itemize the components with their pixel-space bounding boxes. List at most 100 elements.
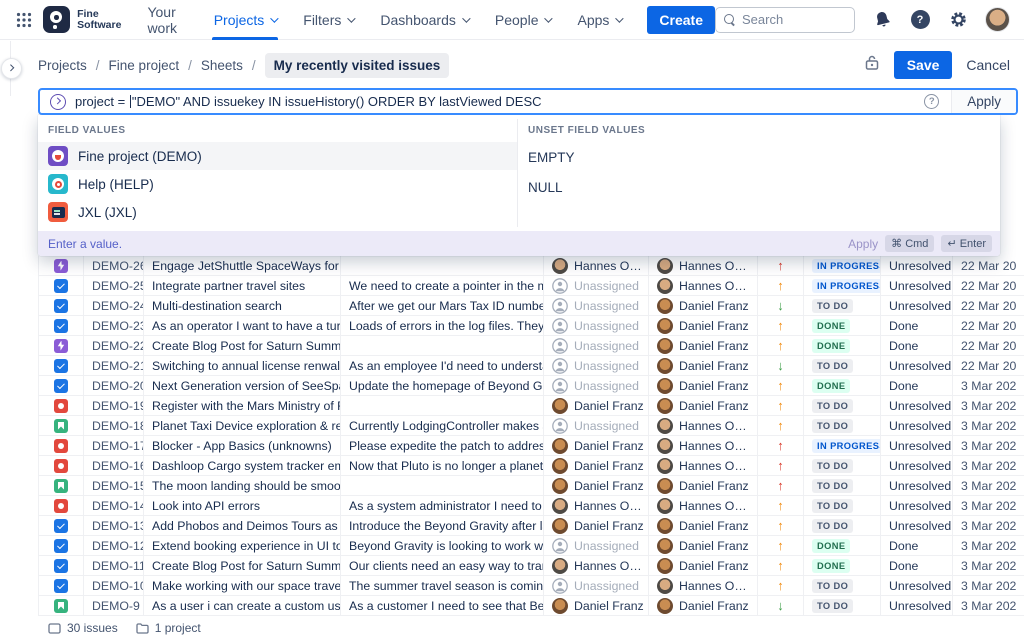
reporter-cell[interactable]: Daniel Franz [649,556,758,575]
issue-row[interactable]: DEMO-9 As a user i can create a custom u… [38,596,1024,616]
issue-row[interactable]: DEMO-19 Register with the Mars Ministry … [38,396,1024,416]
date-cell[interactable]: 3 Mar 202 [953,476,1024,495]
description-cell[interactable] [341,336,544,355]
issue-key-cell[interactable]: DEMO-17 [84,436,144,455]
issue-row[interactable]: DEMO-17 Blocker - App Basics (unknowns) … [38,436,1024,456]
reporter-cell[interactable]: Hannes Obweger [649,436,758,455]
issue-row[interactable]: DEMO-25 Integrate partner travel sites W… [38,276,1024,296]
summary-cell[interactable]: Integrate partner travel sites [144,276,341,295]
date-cell[interactable]: 3 Mar 202 [953,376,1024,395]
assignee-cell[interactable]: Unassigned [544,336,649,355]
reporter-cell[interactable]: Hannes Obweger [649,256,758,275]
description-cell[interactable]: Loads of errors in the log files. They s… [341,316,544,335]
assignee-cell[interactable]: Daniel Franz [544,516,649,535]
status-cell[interactable]: IN PROGRESS [804,256,881,275]
date-cell[interactable]: 22 Mar 20 [953,276,1024,295]
issue-row[interactable]: DEMO-14 Look into API errors As a system… [38,496,1024,516]
reporter-cell[interactable]: Hannes Obweger [649,456,758,475]
summary-cell[interactable]: The moon landing should be smoother to .… [144,476,341,495]
priority-cell[interactable]: ↑ [758,256,804,275]
help-icon[interactable]: ? [909,9,931,31]
issue-key-cell[interactable]: DEMO-11 [84,556,144,575]
status-cell[interactable]: IN PROGRESS [804,436,881,455]
priority-cell[interactable]: ↓ [758,356,804,375]
priority-cell[interactable]: ↑ [758,516,804,535]
issue-key-cell[interactable]: DEMO-21 [84,356,144,375]
suggestion-fine-project[interactable]: Fine project (DEMO) [38,142,517,170]
summary-cell[interactable]: Planet Taxi Device exploration & researc… [144,416,341,435]
priority-cell[interactable]: ↑ [758,436,804,455]
issue-key-cell[interactable]: DEMO-18 [84,416,144,435]
status-cell[interactable]: DONE [804,556,881,575]
reporter-cell[interactable]: Daniel Franz [649,296,758,315]
apply-button[interactable]: Apply [951,90,1016,113]
status-cell[interactable]: IN PROGRESS [804,276,881,295]
summary-cell[interactable]: As a user i can create a custom user acc… [144,596,341,615]
summary-cell[interactable]: Register with the Mars Ministry of Reven… [144,396,341,415]
priority-cell[interactable]: ↑ [758,376,804,395]
date-cell[interactable]: 3 Mar 202 [953,436,1024,455]
reporter-cell[interactable]: Daniel Franz [649,316,758,335]
summary-cell[interactable]: Look into API errors [144,496,341,515]
status-cell[interactable]: TO DO [804,496,881,515]
reporter-cell[interactable]: Hannes Obweger [649,496,758,515]
menu-your-work[interactable]: Your work [147,0,186,40]
assignee-cell[interactable]: Unassigned [544,296,649,315]
assignee-cell[interactable]: Daniel Franz [544,436,649,455]
breadcrumb-projects[interactable]: Projects [38,58,87,73]
menu-projects[interactable]: Projects [214,0,277,40]
resolution-cell[interactable]: Unresolved [881,496,953,515]
priority-cell[interactable]: ↑ [758,536,804,555]
hint-apply-button[interactable]: Apply [848,237,878,251]
status-cell[interactable]: DONE [804,376,881,395]
issue-key-cell[interactable]: DEMO-20 [84,376,144,395]
reporter-cell[interactable]: Daniel Franz [649,596,758,615]
priority-cell[interactable]: ↑ [758,316,804,335]
issue-key-cell[interactable]: DEMO-10 [84,576,144,595]
description-cell[interactable]: We need to create a pointer in the main.… [341,276,544,295]
menu-filters[interactable]: Filters [303,0,353,40]
status-cell[interactable]: TO DO [804,516,881,535]
create-button[interactable]: Create [647,6,715,34]
description-cell[interactable]: As an employee I'd need to understand th… [341,356,544,375]
issue-key-cell[interactable]: DEMO-25 [84,276,144,295]
resolution-cell[interactable]: Unresolved [881,476,953,495]
reporter-cell[interactable]: Hannes Obweger [649,416,758,435]
summary-cell[interactable]: Switching to annual license renwal for X… [144,356,341,375]
summary-cell[interactable]: Extend booking experience in UI to inclu… [144,536,341,555]
search-input[interactable] [742,12,846,27]
resolution-cell[interactable]: Unresolved [881,516,953,535]
description-cell[interactable]: Introduce the Beyond Gravity after launc… [341,516,544,535]
resolution-cell[interactable]: Unresolved [881,356,953,375]
reporter-cell[interactable]: Daniel Franz [649,376,758,395]
issue-row[interactable]: DEMO-20 Next Generation version of SeeSp… [38,376,1024,396]
reporter-cell[interactable]: Daniel Franz [649,516,758,535]
assignee-cell[interactable]: Unassigned [544,576,649,595]
priority-cell[interactable]: ↑ [758,336,804,355]
reporter-cell[interactable]: Hannes Obweger [649,576,758,595]
issue-row[interactable]: DEMO-16 Dashloop Cargo system tracker em… [38,456,1024,476]
settings-gear-icon[interactable] [947,9,969,31]
status-cell[interactable]: DONE [804,336,881,355]
status-cell[interactable]: TO DO [804,296,881,315]
breadcrumb-sheets[interactable]: Sheets [201,58,243,73]
issue-row[interactable]: DEMO-23 As an operator I want to have a … [38,316,1024,336]
date-cell[interactable]: 3 Mar 202 [953,456,1024,475]
issue-key-cell[interactable]: DEMO-24 [84,296,144,315]
app-switcher-icon[interactable] [14,10,33,30]
status-cell[interactable]: TO DO [804,396,881,415]
status-cell[interactable]: TO DO [804,476,881,495]
suggestion-help-project[interactable]: Help (HELP) [38,170,517,198]
assignee-cell[interactable]: Daniel Franz [544,596,649,615]
summary-cell[interactable]: Engage JetShuttle SpaceWays for short d.… [144,256,341,275]
date-cell[interactable]: 22 Mar 20 [953,296,1024,315]
issue-row[interactable]: DEMO-12 Extend booking experience in UI … [38,536,1024,556]
date-cell[interactable]: 3 Mar 202 [953,416,1024,435]
status-cell[interactable]: TO DO [804,576,881,595]
priority-cell[interactable]: ↑ [758,576,804,595]
description-cell[interactable]: Currently LodgingController makes an ass… [341,416,544,435]
summary-cell[interactable]: Add Phobos and Deimos Tours as a Prefe..… [144,516,341,535]
global-search[interactable] [715,7,855,33]
description-cell[interactable]: The summer travel season is coming up a.… [341,576,544,595]
priority-cell[interactable]: ↑ [758,476,804,495]
